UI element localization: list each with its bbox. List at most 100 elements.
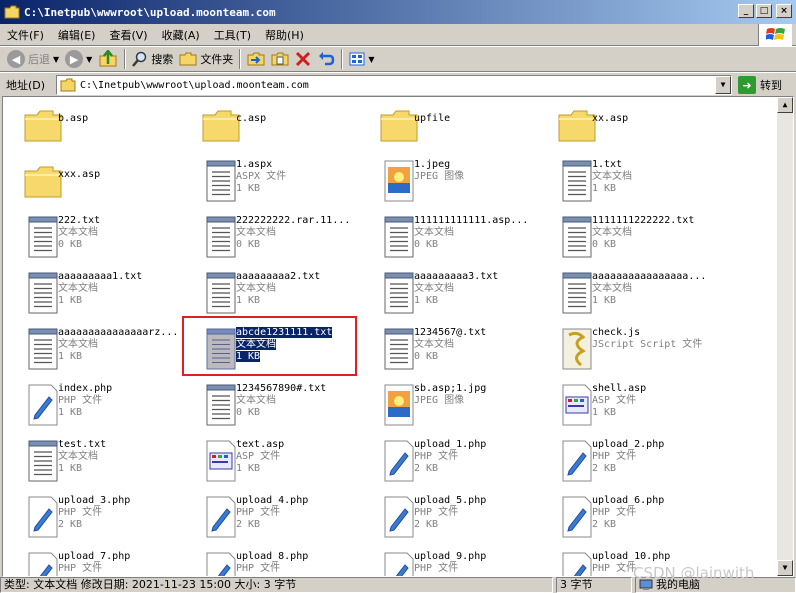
move-to-icon bbox=[247, 52, 265, 66]
vertical-scrollbar[interactable]: ▲ ▼ bbox=[777, 97, 793, 576]
text-file-icon bbox=[23, 327, 63, 375]
text-file-icon bbox=[379, 327, 419, 375]
file-item[interactable]: upload_7.php PHP 文件 bbox=[11, 547, 189, 576]
folder-item[interactable]: xx.asp bbox=[545, 99, 723, 155]
folder-item[interactable]: c.asp bbox=[189, 99, 367, 155]
file-item[interactable]: 222.txt 文本文档 0 KB bbox=[11, 211, 189, 267]
php-file-icon bbox=[557, 551, 597, 576]
file-item[interactable]: upload_8.php PHP 文件 bbox=[189, 547, 367, 576]
go-button[interactable]: ➜ 转到 bbox=[738, 75, 782, 95]
file-item[interactable]: 222222222.rar.11... 文本文档 0 KB bbox=[189, 211, 367, 267]
minimize-button[interactable]: _ bbox=[738, 4, 754, 18]
file-item[interactable]: 1.aspx ASPX 文件 1 KB bbox=[189, 155, 367, 211]
file-item[interactable]: text.asp ASP 文件 1 KB bbox=[189, 435, 367, 491]
address-dropdown-button[interactable]: ▼ bbox=[715, 76, 731, 94]
file-item[interactable]: upload_6.php PHP 文件 2 KB bbox=[545, 491, 723, 547]
asp-file-icon bbox=[201, 439, 241, 487]
file-name: upload_10.php bbox=[592, 551, 671, 562]
file-name: upload_9.php bbox=[414, 551, 487, 562]
copy-to-button[interactable] bbox=[268, 48, 292, 70]
folder-icon bbox=[23, 159, 63, 207]
file-item[interactable]: aaaaaaaaa2.txt 文本文档 1 KB bbox=[189, 267, 367, 323]
file-item[interactable]: 1234567@.txt 文本文档 0 KB bbox=[367, 323, 545, 379]
file-item[interactable]: check.js JScript Script 文件 bbox=[545, 323, 723, 379]
move-to-button[interactable] bbox=[244, 48, 268, 70]
file-size: 2 KB bbox=[58, 519, 83, 530]
file-name: upload_7.php bbox=[58, 551, 131, 562]
text-file-icon bbox=[23, 215, 63, 263]
menu-tools[interactable]: 工具(T) bbox=[207, 27, 258, 43]
file-item[interactable]: 1.txt 文本文档 1 KB bbox=[545, 155, 723, 211]
file-item[interactable]: aaaaaaaaaaaaaaaa... 文本文档 1 KB bbox=[545, 267, 723, 323]
folder-item[interactable]: upfile bbox=[367, 99, 545, 155]
close-button[interactable]: × bbox=[776, 4, 792, 18]
text-file-icon bbox=[201, 271, 241, 319]
selection-highlight-box bbox=[182, 316, 357, 376]
file-item[interactable]: 1111111222222.txt 文本文档 0 KB bbox=[545, 211, 723, 267]
file-item[interactable]: 1234567890#.txt 文本文档 0 KB bbox=[189, 379, 367, 435]
file-type: JPEG 图像 bbox=[414, 395, 465, 406]
file-name: 1.txt bbox=[592, 159, 623, 170]
php-file-icon bbox=[379, 495, 419, 543]
folder-tree-icon bbox=[179, 52, 197, 66]
maximize-button[interactable]: □ bbox=[756, 4, 772, 18]
search-button[interactable]: 搜索 bbox=[129, 48, 176, 70]
address-input[interactable]: C:\Inetpub\wwwroot\upload.moonteam.com ▼ bbox=[56, 75, 732, 95]
file-type: JScript Script 文件 bbox=[592, 339, 703, 350]
forward-button[interactable]: ▶ ▼ bbox=[62, 48, 95, 70]
delete-button[interactable] bbox=[292, 48, 314, 70]
file-item[interactable]: aaaaaaaaa3.txt 文本文档 1 KB bbox=[367, 267, 545, 323]
undo-button[interactable] bbox=[314, 48, 338, 70]
script-file-icon bbox=[557, 327, 597, 375]
file-name: upload_8.php bbox=[236, 551, 309, 562]
file-size: 1 KB bbox=[592, 407, 617, 418]
scroll-down-button[interactable]: ▼ bbox=[777, 560, 793, 576]
file-size: 1 KB bbox=[592, 183, 617, 194]
windows-logo-icon bbox=[758, 24, 792, 46]
file-name: check.js bbox=[592, 327, 641, 338]
file-item[interactable]: upload_5.php PHP 文件 2 KB bbox=[367, 491, 545, 547]
file-item[interactable]: 1.jpeg JPEG 图像 bbox=[367, 155, 545, 211]
back-button[interactable]: ◀ 后退 ▼ bbox=[4, 48, 62, 70]
file-name: index.php bbox=[58, 383, 113, 394]
php-file-icon bbox=[23, 551, 63, 576]
title-bar[interactable]: C:\Inetpub\wwwroot\upload.moonteam.com _… bbox=[0, 0, 796, 24]
file-item[interactable]: shell.asp ASP 文件 1 KB bbox=[545, 379, 723, 435]
menu-file[interactable]: 文件(F) bbox=[0, 27, 51, 43]
file-type: 文本文档 bbox=[58, 227, 98, 238]
folder-item[interactable]: xxx.asp bbox=[11, 155, 189, 211]
folder-icon bbox=[201, 103, 241, 151]
file-item[interactable]: upload_4.php PHP 文件 2 KB bbox=[189, 491, 367, 547]
file-type: 文本文档 bbox=[58, 451, 98, 462]
undo-icon bbox=[319, 52, 335, 66]
menu-favorites[interactable]: 收藏(A) bbox=[155, 27, 207, 43]
file-name: 1111111222222.txt bbox=[592, 215, 695, 226]
file-item[interactable]: aaaaaaaaa1.txt 文本文档 1 KB bbox=[11, 267, 189, 323]
status-details: 类型: 文本文档 修改日期: 2021-11-23 15:00 大小: 3 字节 bbox=[0, 577, 553, 593]
file-list-pane[interactable]: b.asp c.asp upfile xx.asp xxx.asp 1.aspx ASPX … bbox=[2, 96, 794, 577]
file-size: 0 KB bbox=[236, 239, 261, 250]
chevron-down-icon: ▼ bbox=[86, 54, 93, 64]
file-item[interactable]: index.php PHP 文件 1 KB bbox=[11, 379, 189, 435]
file-item[interactable]: upload_3.php PHP 文件 2 KB bbox=[11, 491, 189, 547]
menu-view[interactable]: 查看(V) bbox=[102, 27, 154, 43]
file-item[interactable]: upload_2.php PHP 文件 2 KB bbox=[545, 435, 723, 491]
views-button[interactable]: ▼ bbox=[346, 48, 377, 70]
menu-edit[interactable]: 编辑(E) bbox=[51, 27, 103, 43]
file-item[interactable]: test.txt 文本文档 1 KB bbox=[11, 435, 189, 491]
scroll-up-button[interactable]: ▲ bbox=[777, 97, 793, 113]
file-type: PHP 文件 bbox=[592, 563, 637, 574]
file-item[interactable]: aaaaaaaaaaaaaaarz... 文本文档 1 KB bbox=[11, 323, 189, 379]
image-file-icon bbox=[379, 383, 419, 431]
file-name: upload_6.php bbox=[592, 495, 665, 506]
file-item[interactable]: upload_9.php PHP 文件 bbox=[367, 547, 545, 576]
folders-button[interactable]: 文件夹 bbox=[176, 48, 236, 70]
file-item[interactable]: 111111111111.asp... 文本文档 0 KB bbox=[367, 211, 545, 267]
file-name: upload_3.php bbox=[58, 495, 131, 506]
file-item[interactable]: sb.asp;1.jpg JPEG 图像 bbox=[367, 379, 545, 435]
file-size: 2 KB bbox=[414, 519, 439, 530]
file-item[interactable]: upload_1.php PHP 文件 2 KB bbox=[367, 435, 545, 491]
folder-item[interactable]: b.asp bbox=[11, 99, 189, 155]
up-button[interactable] bbox=[95, 48, 121, 70]
menu-help[interactable]: 帮助(H) bbox=[258, 27, 311, 43]
